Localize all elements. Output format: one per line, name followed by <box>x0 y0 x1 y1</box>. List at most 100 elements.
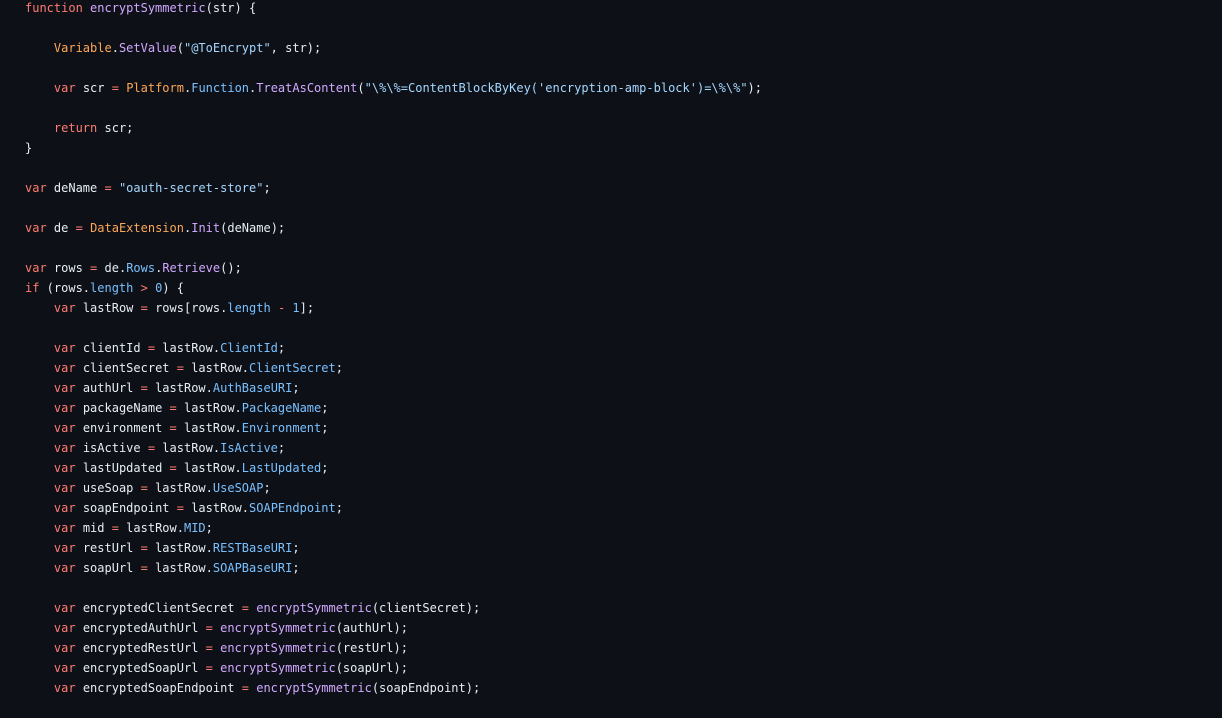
code-line: var rows = de.Rows.Retrieve(); <box>25 258 1222 278</box>
code-token-property: ClientId <box>220 341 278 355</box>
code-token-function-name: encryptSymmetric <box>90 1 206 15</box>
code-token-function-name: Init <box>191 221 221 235</box>
code-token-property: Rows <box>126 261 156 275</box>
code-token-function-name: encryptSymmetric <box>256 681 372 695</box>
code-token-plain-text: scr <box>75 81 112 95</box>
code-token-plain-text: ; <box>292 381 300 395</box>
code-token-plain-text <box>25 681 54 695</box>
code-token-keyword: = <box>169 401 177 415</box>
code-token-keyword: = <box>104 181 112 195</box>
code-token-keyword: if <box>25 281 40 295</box>
code-line: var encryptedRestUrl = encryptSymmetric(… <box>25 638 1222 658</box>
code-token-keyword: var <box>53 361 76 375</box>
code-token-plain-text: lastRow. <box>176 421 242 435</box>
code-token-keyword: = <box>176 501 184 515</box>
code-token-plain-text: encryptedSoapEndpoint <box>75 681 242 695</box>
code-token-plain-text: de. <box>97 261 127 275</box>
code-token-plain-text: lastRow. <box>183 361 250 375</box>
code-token-property: UseSOAP <box>212 481 264 495</box>
code-token-plain-text: ; <box>292 561 300 575</box>
code-token-plain-text <box>112 181 119 195</box>
code-token-plain-text <box>25 541 54 555</box>
code-token-keyword: var <box>25 181 47 195</box>
code-token-property: SOAPEndpoint <box>249 501 336 515</box>
code-token-plain-text <box>25 361 54 375</box>
code-token-plain-text <box>25 661 54 675</box>
code-token-plain-text: lastRow. <box>176 401 242 415</box>
code-token-plain-text <box>25 561 54 575</box>
code-line: var clientId = lastRow.ClientId; <box>25 338 1222 358</box>
code-token-plain-text: lastRow <box>75 301 141 315</box>
code-line: Variable.SetValue("@ToEncrypt", str); <box>25 38 1222 58</box>
code-line: var clientSecret = lastRow.ClientSecret; <box>25 358 1222 378</box>
code-token-property: ClientSecret <box>249 361 336 375</box>
code-token-plain-text: lastRow. <box>155 341 221 355</box>
code-token-plain-text <box>25 421 54 435</box>
code-token-keyword: = <box>147 341 156 355</box>
code-token-property: RESTBaseURI <box>212 541 293 555</box>
code-token-plain-text: lastUpdated <box>75 461 170 475</box>
code-token-plain-text: ; <box>321 461 329 475</box>
code-token-plain-text: ]; <box>299 301 315 315</box>
code-token-keyword: var <box>25 261 47 275</box>
code-token-plain-text: lastRow. <box>176 461 242 475</box>
code-token-plain-text: clientId <box>75 341 148 355</box>
code-token-plain-text <box>271 301 278 315</box>
code-token-plain-text <box>25 601 54 615</box>
code-token-plain-text: useSoap <box>75 481 141 495</box>
code-line: var encryptedClientSecret = encryptSymme… <box>25 598 1222 618</box>
code-token-plain-text <box>25 621 54 635</box>
code-line: var useSoap = lastRow.UseSOAP; <box>25 478 1222 498</box>
code-token-keyword: var <box>53 381 76 395</box>
code-token-keyword: = <box>241 601 249 615</box>
code-line: var environment = lastRow.Environment; <box>25 418 1222 438</box>
code-token-plain-text: lastRow. <box>118 521 184 535</box>
code-token-keyword: function <box>25 1 83 15</box>
code-token-plain-text: . <box>111 41 119 55</box>
code-token-keyword: var <box>53 621 76 635</box>
code-token-keyword: var <box>25 221 47 235</box>
code-token-number-literal: 1 <box>292 301 300 315</box>
code-token-class-name: DataExtension <box>90 221 184 235</box>
code-token-plain-text <box>25 381 54 395</box>
code-token-keyword: var <box>53 481 76 495</box>
code-token-string-literal: "oauth-secret-store" <box>118 181 264 195</box>
code-token-plain-text: (deName); <box>220 221 286 235</box>
code-token-plain-text: soapUrl <box>75 561 141 575</box>
code-token-keyword: = <box>140 541 148 555</box>
code-token-plain-text: clientSecret <box>75 361 177 375</box>
code-token-plain-text: soapEndpoint <box>75 501 177 515</box>
code-token-keyword: var <box>53 341 76 355</box>
code-token-plain-text: lastRow. <box>147 481 213 495</box>
code-line: function encryptSymmetric(str) { <box>25 0 1222 18</box>
code-token-plain-text: de <box>46 221 76 235</box>
code-token-plain-text: ; <box>263 181 271 195</box>
code-line: var restUrl = lastRow.RESTBaseURI; <box>25 538 1222 558</box>
code-token-plain-text: (); <box>220 261 242 275</box>
code-line: var lastRow = rows[rows.length - 1]; <box>25 298 1222 318</box>
code-line: var de = DataExtension.Init(deName); <box>25 218 1222 238</box>
code-line: var lastUpdated = lastRow.LastUpdated; <box>25 458 1222 478</box>
code-token-keyword: var <box>53 601 76 615</box>
code-token-property: length <box>90 281 134 295</box>
code-token-keyword: = <box>140 561 148 575</box>
code-line: var encryptedSoapEndpoint = encryptSymme… <box>25 678 1222 698</box>
code-token-keyword: var <box>53 561 76 575</box>
code-token-keyword: = <box>169 461 177 475</box>
code-token-keyword: var <box>53 541 76 555</box>
code-token-plain-text <box>25 521 54 535</box>
code-token-function-name: encryptSymmetric <box>220 621 336 635</box>
code-token-keyword: = <box>241 681 249 695</box>
code-viewer: function encryptSymmetric(str) { Variabl… <box>0 0 1222 718</box>
code-token-function-name: encryptSymmetric <box>220 641 336 655</box>
code-token-plain-text: lastRow. <box>183 501 250 515</box>
code-token-plain-text <box>25 301 54 315</box>
code-line: var soapUrl = lastRow.SOAPBaseURI; <box>25 558 1222 578</box>
code-token-keyword: return <box>53 121 98 135</box>
code-token-property: PackageName <box>241 401 322 415</box>
